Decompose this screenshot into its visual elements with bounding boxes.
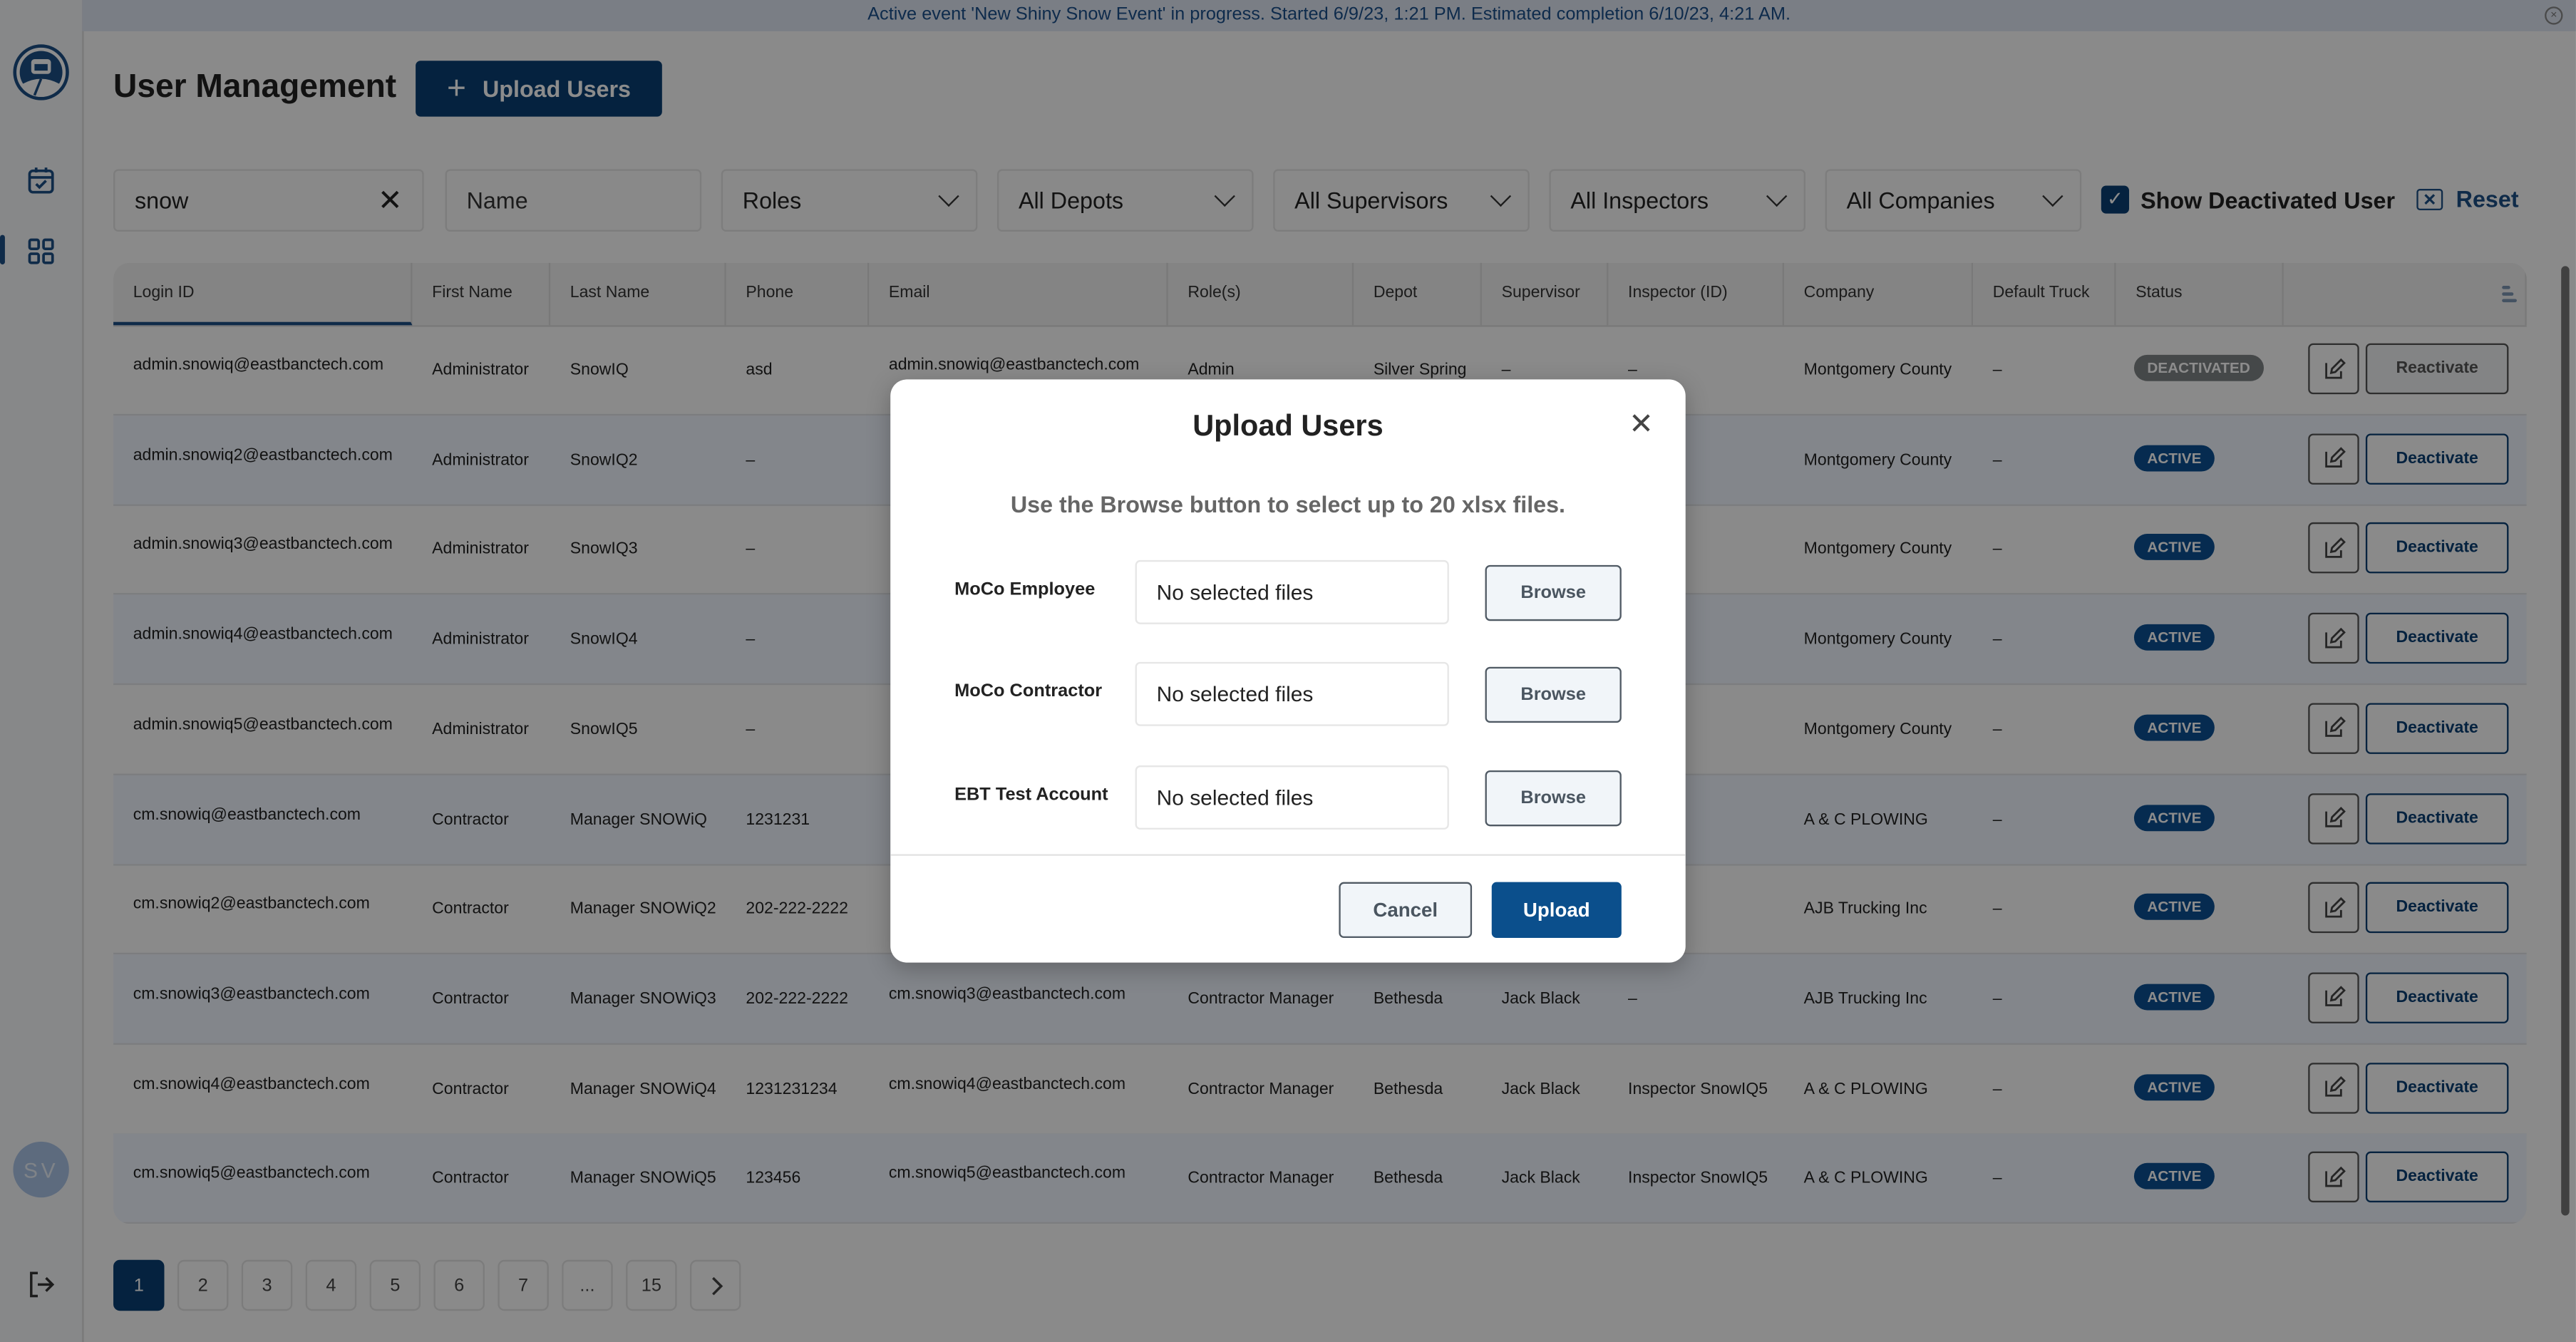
upload-users-modal: Upload Users ✕ Use the Browse button to … [890, 379, 1686, 963]
cancel-button[interactable]: Cancel [1339, 882, 1473, 939]
file-input[interactable]: No selected files [1135, 661, 1449, 726]
browse-button[interactable]: Browse [1485, 666, 1622, 723]
field-label: MoCo Contractor [954, 681, 1103, 702]
file-input[interactable]: No selected files [1135, 559, 1449, 624]
browse-button[interactable]: Browse [1485, 564, 1622, 621]
browse-button[interactable]: Browse [1485, 770, 1622, 827]
field-label: MoCo Employee [954, 579, 1096, 600]
field-label: EBT Test Account [954, 785, 1108, 805]
modal-subtitle: Use the Browse button to select up to 20… [1010, 491, 1566, 518]
close-icon[interactable]: ✕ [1624, 409, 1657, 442]
modal-title: Upload Users [1192, 408, 1384, 442]
upload-button[interactable]: Upload [1491, 882, 1622, 939]
file-input[interactable]: No selected files [1135, 765, 1449, 830]
divider [890, 854, 1686, 856]
